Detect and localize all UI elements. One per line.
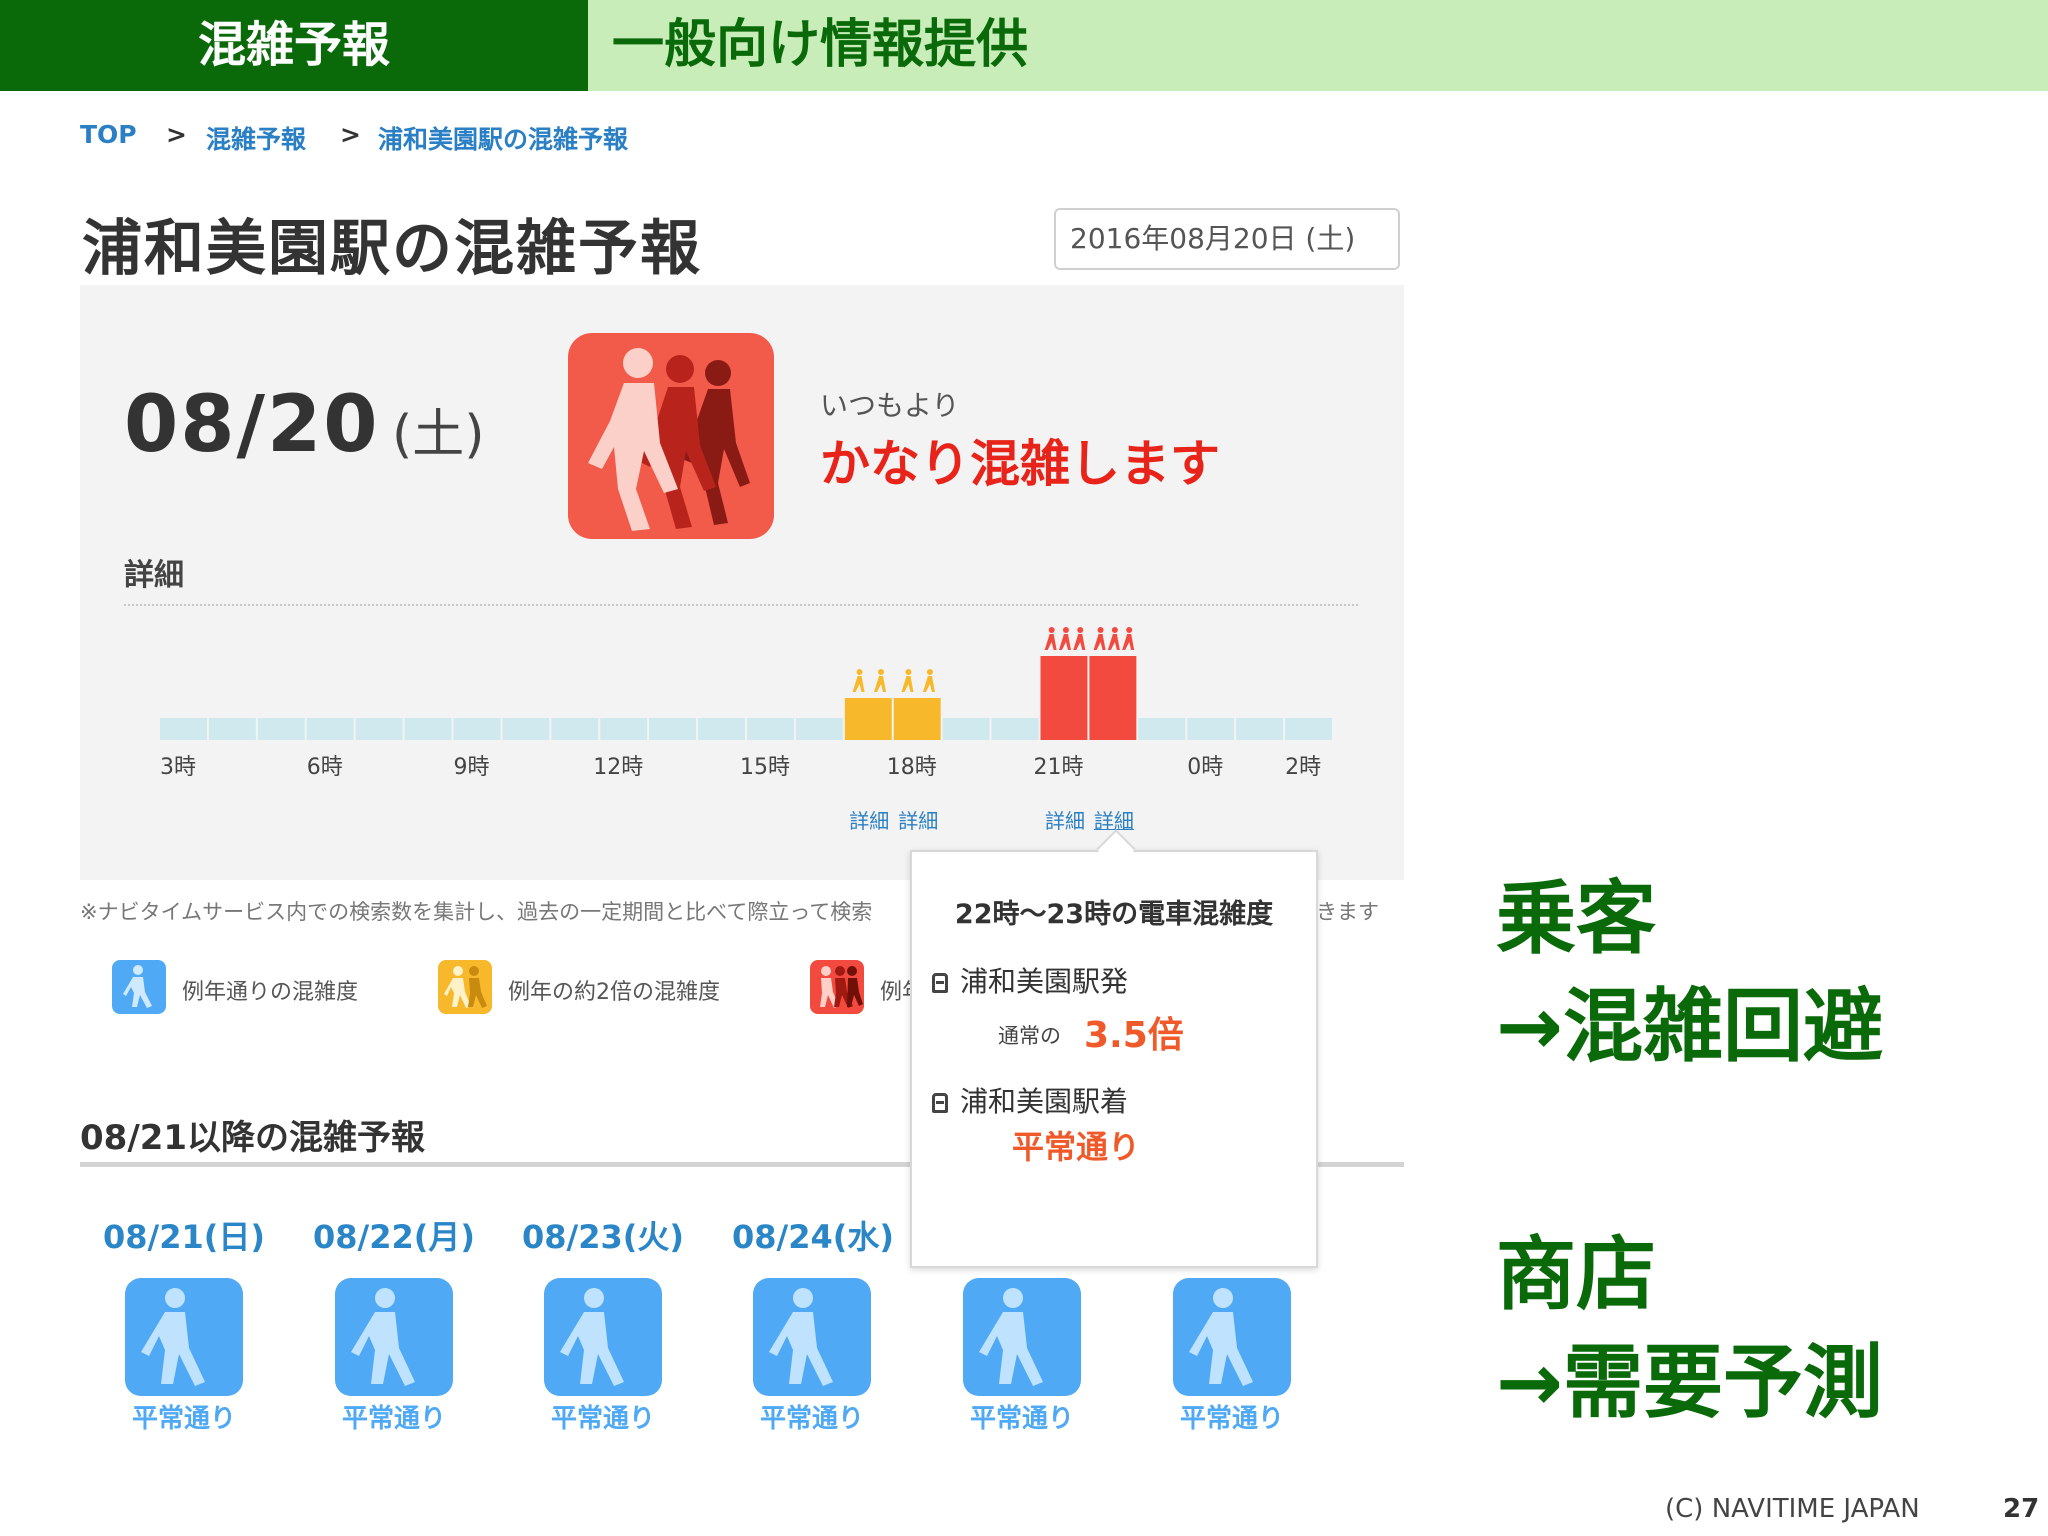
chart-bar-15時 <box>747 718 794 740</box>
breadcrumb-top-link[interactable]: TOP <box>80 120 137 149</box>
forecast-day-status: 平常通り <box>759 1404 864 1434</box>
train-icon <box>932 973 948 993</box>
detail-heading: 詳細 <box>124 558 184 593</box>
chart-bar-3時 <box>160 718 207 740</box>
side-note-avoid-congestion: →混雑回避 <box>1496 980 1884 1073</box>
forecast-day-label[interactable]: 08/22(月) <box>294 1212 494 1258</box>
popover-title: 22時〜23時の電車混雑度 <box>954 899 1274 930</box>
breadcrumb-separator: > <box>340 120 361 149</box>
arrival-row: 浦和美園駅着 <box>932 1080 1128 1120</box>
x-tick-label: 3時 <box>160 755 196 780</box>
today-status: かなり混雑します <box>820 435 1220 493</box>
chart-bar-18時 <box>893 698 941 740</box>
detail-link[interactable]: 詳細 <box>849 809 889 830</box>
detail-link[interactable]: 詳細 <box>1045 809 1085 830</box>
breadcrumb-current[interactable]: 浦和美園駅の混雑予報 <box>378 120 628 156</box>
side-note-demand-forecast: →需要予測 <box>1496 1336 1884 1429</box>
walker-icon <box>1093 627 1135 650</box>
walker-blue-icon[interactable] <box>963 1278 1081 1396</box>
walker-yellow-icon <box>438 960 492 1014</box>
chart-bar-5時 <box>257 718 305 740</box>
chart-bar-21時 <box>1040 656 1088 740</box>
side-note-shops: 商店 <box>1496 1228 1656 1321</box>
legend-label: 例年通りの混雑度 <box>182 980 359 1005</box>
chart-bar-11時 <box>551 718 599 740</box>
page-number: 27 <box>2003 1494 2040 1524</box>
x-tick-label: 15時 <box>740 755 790 780</box>
forecast-day-status: 平常通り <box>969 1404 1074 1434</box>
chart-bar-22時 <box>1089 656 1137 740</box>
forecast-heading: 08/21以降の混雑予報 <box>80 1118 426 1158</box>
copyright: (C) NAVITIME JAPAN <box>1665 1494 1920 1524</box>
hour-detail-popover: 22時〜23時の電車混雑度 浦和美園駅発 通常の 3.5倍 浦和美園駅着 平常通… <box>910 850 1318 1268</box>
hourly-congestion-chart: 3時 6時 9時 12時 15時 18時 21時 0時 2時詳細 詳細 詳細 詳細 <box>160 627 1332 830</box>
breadcrumb-forecast-link[interactable]: 混雑予報 <box>206 120 306 156</box>
walker-icon <box>852 669 887 692</box>
chart-bar-20時 <box>991 718 1039 740</box>
walker-icon <box>901 669 935 692</box>
footnote-tail: きます <box>1316 900 1379 924</box>
chart-bar-7時 <box>355 718 403 740</box>
x-tick-label: 9時 <box>454 755 490 780</box>
x-tick-label: 12時 <box>593 755 643 780</box>
forecast-day-label[interactable]: 08/21(日) <box>84 1212 284 1258</box>
arrival-station: 浦和美園駅着 <box>960 1085 1129 1118</box>
breadcrumb-separator: > <box>166 120 187 149</box>
crowd-red-icon <box>568 333 774 539</box>
walker-blue-icon[interactable] <box>1173 1278 1291 1396</box>
walker-blue-icon <box>112 960 166 1014</box>
usual-label: いつもより <box>820 389 960 422</box>
chart-bar-13時 <box>649 718 697 740</box>
x-tick-label: 18時 <box>887 755 937 780</box>
forecast-day-status: 平常通り <box>1179 1404 1284 1434</box>
chart-bar-2時 <box>1285 718 1332 740</box>
forecast-day-status: 平常通り <box>131 1404 236 1434</box>
forecast-day-status: 平常通り <box>550 1404 655 1434</box>
legend-label: 例年の約2倍の混雑度 <box>508 980 720 1005</box>
chart-bar-1時 <box>1236 718 1284 740</box>
x-tick-label: 21時 <box>1034 755 1084 780</box>
x-tick-label: 6時 <box>307 755 343 780</box>
footnote: ※ナビタイムサービス内での検索数を集計し、過去の一定期間と比べて際立って検索 <box>80 900 873 924</box>
walker-blue-icon[interactable] <box>544 1278 662 1396</box>
page-title: 浦和美園駅の混雑予報 <box>82 214 702 284</box>
header-left-title: 混雑予報 <box>197 17 390 73</box>
forecast-day-label[interactable]: 08/24(水) <box>713 1212 913 1258</box>
congestion-ratio: 3.5倍 <box>1084 1015 1184 1056</box>
header-right-title: 一般向け情報提供 <box>612 15 1029 75</box>
departure-station: 浦和美園駅発 <box>960 965 1129 998</box>
train-icon <box>932 1093 948 1113</box>
chart-bar-10時 <box>502 718 550 740</box>
chart-bar-9時 <box>453 718 501 740</box>
walker-blue-icon[interactable] <box>335 1278 453 1396</box>
today-date: 08/20 <box>124 380 380 470</box>
chart-bar-14時 <box>698 718 745 740</box>
chart-bar-12時 <box>600 718 648 740</box>
today-day-of-week: (土) <box>392 405 485 465</box>
detail-link[interactable]: 詳細 <box>898 809 938 830</box>
walker-blue-icon[interactable] <box>125 1278 243 1396</box>
chart-bar-17時 <box>844 698 892 740</box>
date-select[interactable]: 2016年08月20日 (土) <box>1054 208 1400 270</box>
forecast-day-status: 平常通り <box>341 1404 446 1434</box>
chart-bar-19時 <box>942 718 990 740</box>
chart-bar-0時 <box>1187 718 1235 740</box>
chart-bar-23時 <box>1138 718 1186 740</box>
chart-bar-6時 <box>306 718 354 740</box>
forecast-day-label[interactable]: 08/23(火) <box>503 1212 703 1258</box>
x-tick-label: 0時 <box>1187 755 1223 780</box>
divider <box>124 604 1358 606</box>
walker-blue-icon[interactable] <box>753 1278 871 1396</box>
arrival-status: 平常通り <box>1012 1128 1141 1166</box>
chart-bar-16時 <box>795 718 843 740</box>
x-tick-label: 2時 <box>1285 755 1321 780</box>
walker-red-icon <box>810 960 864 1014</box>
departure-row: 浦和美園駅発 <box>932 960 1128 1000</box>
side-note-passengers: 乗客 <box>1496 872 1656 965</box>
walker-icon <box>1044 627 1086 650</box>
chart-bar-8時 <box>404 718 452 740</box>
normal-prefix: 通常の <box>998 1024 1061 1048</box>
detail-link[interactable]: 詳細 <box>1094 809 1134 830</box>
chart-bar-4時 <box>208 718 256 740</box>
